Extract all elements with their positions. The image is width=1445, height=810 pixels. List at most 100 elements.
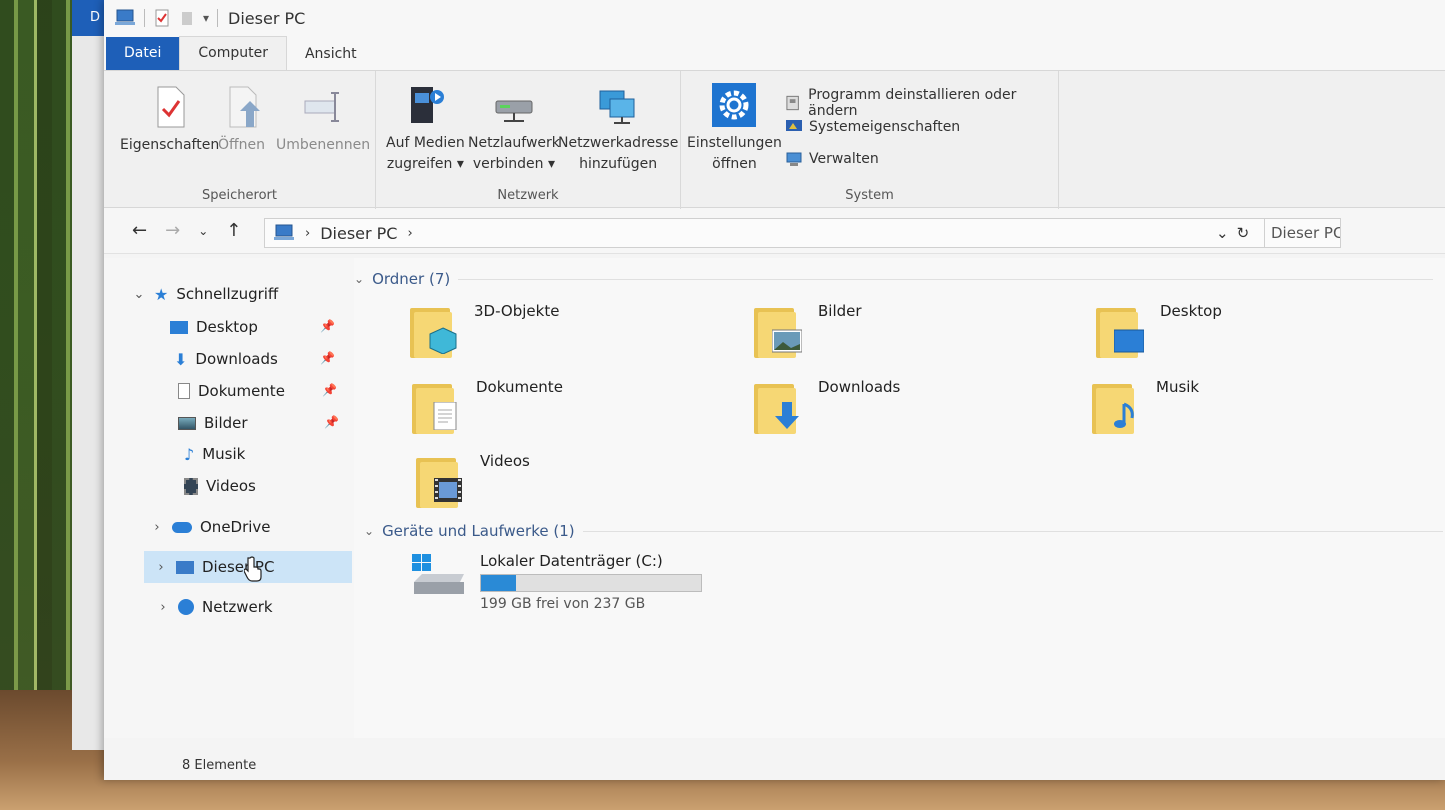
- nav-label-onedrive: OneDrive: [200, 518, 271, 536]
- oeffnen-button[interactable]: Öffnen: [218, 83, 265, 156]
- refresh-icon[interactable]: ↻: [1237, 224, 1250, 242]
- systemeigenschaften-button[interactable]: Systemeigenschaften: [785, 119, 960, 135]
- title-bar: ▾ Dieser PC: [104, 0, 1445, 36]
- netzwerkadresse-line2: hinzufügen: [579, 156, 658, 172]
- folder-downloads[interactable]: Downloads: [752, 378, 900, 436]
- document-icon: [178, 383, 190, 399]
- nav-label-schnellzugriff: Schnellzugriff: [176, 285, 279, 303]
- add-network-location-icon: [596, 81, 640, 129]
- expand-chevron-icon[interactable]: ›: [156, 600, 170, 615]
- star-icon: ★: [154, 284, 169, 304]
- section-divider: [458, 278, 1434, 280]
- music-note-icon: ♪: [184, 444, 195, 464]
- nav-label-videos: Videos: [206, 477, 256, 495]
- nav-label-dieser-pc: Dieser PC: [202, 558, 275, 576]
- einstellungen-line2: öffnen: [712, 156, 757, 172]
- nav-item-downloads[interactable]: ⬇ Downloads: [174, 344, 278, 374]
- group-system: Einstellungen öffnen Programm deinstalli…: [681, 71, 1059, 209]
- umbenennen-button[interactable]: Umbenennen: [276, 83, 370, 156]
- umbenennen-label: Umbenennen: [276, 137, 371, 153]
- cloud-icon: [172, 521, 192, 533]
- tab-ansicht[interactable]: Ansicht: [287, 38, 375, 70]
- section-label-geraete: Geräte und Laufwerke (1): [382, 522, 575, 540]
- group-label-system: System: [845, 188, 894, 203]
- this-pc-icon: [176, 560, 194, 574]
- tab-computer[interactable]: Computer: [179, 36, 287, 70]
- section-header-geraete[interactable]: ⌄ Geräte und Laufwerke (1): [364, 522, 1443, 540]
- folder-label-desktop: Desktop: [1160, 302, 1222, 320]
- expand-chevron-icon[interactable]: ⌄: [132, 287, 146, 302]
- new-folder-quick-icon[interactable]: [179, 9, 195, 27]
- media-access-icon: [403, 81, 447, 129]
- expand-chevron-icon[interactable]: ›: [150, 520, 164, 535]
- nav-label-downloads: Downloads: [195, 350, 278, 368]
- folder-desktop[interactable]: Desktop: [1094, 302, 1222, 360]
- programm-deinstallieren-label: Programm deinstallieren oder ändern: [808, 87, 1017, 119]
- collapse-chevron-icon[interactable]: ⌄: [354, 272, 364, 286]
- map-network-drive-icon: [492, 81, 536, 129]
- pictures-icon: [178, 416, 196, 430]
- breadcrumb-dieser-pc[interactable]: Dieser PC: [320, 224, 397, 243]
- auf-medien-line2: zugreifen ▾: [386, 156, 464, 172]
- download-arrow-icon: ⬇: [174, 349, 188, 369]
- folder-music-icon: [1090, 378, 1142, 436]
- up-arrow-icon[interactable]: ↑: [226, 220, 241, 241]
- einstellungen-oeffnen-button[interactable]: Einstellungen öffnen: [687, 81, 782, 175]
- window-title: Dieser PC: [228, 8, 306, 28]
- forward-arrow-icon[interactable]: →: [165, 220, 180, 241]
- background-window-tab[interactable]: D: [72, 0, 108, 36]
- programm-deinstallieren-button[interactable]: Programm deinstallieren oder ändern: [785, 87, 1058, 119]
- recent-locations-chevron-icon[interactable]: ⌄: [198, 224, 208, 238]
- folder-dokumente[interactable]: Dokumente: [410, 378, 563, 436]
- auf-medien-zugreifen-button[interactable]: Auf Medien zugreifen ▾: [386, 81, 465, 175]
- eigenschaften-button[interactable]: Eigenschaften: [120, 83, 219, 156]
- folder-bilder[interactable]: Bilder: [752, 302, 862, 360]
- pin-icon[interactable]: 📌: [320, 319, 335, 333]
- customize-quick-access-icon[interactable]: ▾: [203, 11, 209, 25]
- address-bar[interactable]: › Dieser PC ›: [264, 218, 1266, 248]
- system-properties-icon: [786, 120, 802, 131]
- search-input[interactable]: Dieser PC: [1264, 218, 1341, 248]
- pin-icon[interactable]: 📌: [324, 415, 339, 429]
- verwalten-label: Verwalten: [809, 151, 879, 167]
- collapse-chevron-icon[interactable]: ⌄: [364, 524, 374, 538]
- manage-computer-icon: [786, 152, 802, 166]
- pin-icon[interactable]: 📌: [322, 383, 337, 397]
- folder-label-3d-objekte: 3D-Objekte: [474, 302, 560, 320]
- folder-3d-objekte[interactable]: 3D-Objekte: [408, 302, 559, 360]
- nav-item-musik[interactable]: ♪ Musik: [184, 439, 245, 469]
- netzlaufwerk-verbinden-button[interactable]: Netzlaufwerk verbinden ▾: [468, 81, 560, 175]
- folder-documents-icon: [410, 378, 462, 436]
- nav-item-bilder[interactable]: Bilder: [178, 408, 248, 438]
- drive-free-space: 199 GB frei von 237 GB: [480, 596, 646, 612]
- rename-icon: [301, 83, 345, 131]
- expand-chevron-icon[interactable]: ›: [154, 560, 168, 575]
- folder-musik[interactable]: Musik: [1090, 378, 1199, 436]
- nav-item-onedrive[interactable]: › OneDrive: [150, 512, 271, 542]
- verwalten-button[interactable]: Verwalten: [785, 151, 879, 167]
- ribbon: Eigenschaften Öffnen Umbenennen Speicher…: [104, 70, 1445, 209]
- nav-item-schnellzugriff[interactable]: ⌄ ★ Schnellzugriff: [132, 279, 279, 309]
- drive-usage-fill: [481, 575, 517, 591]
- properties-quick-icon[interactable]: [153, 9, 171, 27]
- network-icon: [178, 599, 194, 615]
- back-arrow-icon[interactable]: ←: [132, 220, 147, 241]
- tab-datei[interactable]: Datei: [106, 37, 180, 70]
- nav-item-netzwerk[interactable]: › Netzwerk: [156, 592, 272, 622]
- folder-label-musik: Musik: [1156, 378, 1200, 396]
- folder-videos[interactable]: Videos: [414, 452, 530, 510]
- drive-c[interactable]: Lokaler Datenträger (C:) 199 GB frei von…: [410, 552, 702, 612]
- breadcrumb-chevron-icon[interactable]: ›: [305, 226, 310, 241]
- nav-item-desktop[interactable]: Desktop: [170, 312, 258, 342]
- breadcrumb-chevron-icon[interactable]: ›: [407, 226, 412, 241]
- nav-item-dokumente[interactable]: Dokumente: [178, 376, 285, 406]
- section-header-ordner[interactable]: ⌄ Ordner (7): [354, 270, 1434, 288]
- einstellungen-line1: Einstellungen: [687, 135, 782, 151]
- address-dropdown-chevron-icon[interactable]: ⌄: [1216, 224, 1229, 242]
- pin-icon[interactable]: 📌: [320, 351, 335, 365]
- netzwerkadresse-hinzufuegen-button[interactable]: Netzwerkadresse hinzufügen: [558, 81, 678, 175]
- folder-pictures-icon: [752, 302, 804, 360]
- folder-label-downloads: Downloads: [818, 378, 901, 396]
- nav-item-videos[interactable]: Videos: [184, 471, 256, 501]
- item-count: 8 Elemente: [182, 758, 257, 773]
